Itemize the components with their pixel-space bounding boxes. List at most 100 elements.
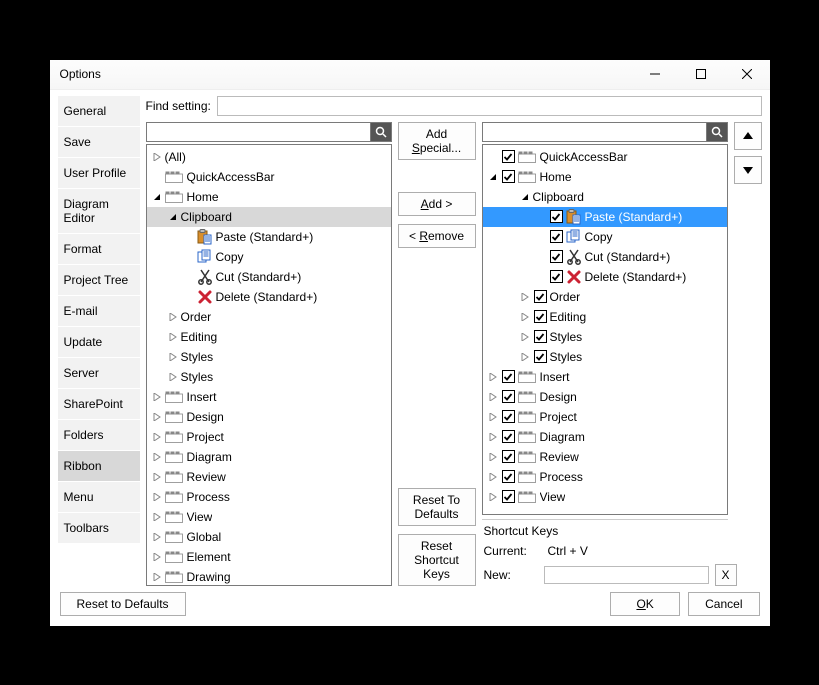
chevron-right-icon[interactable] xyxy=(151,493,163,501)
remove-button[interactable]: < Remove xyxy=(398,224,476,248)
reset-defaults-button[interactable]: Reset To Defaults xyxy=(398,488,476,526)
tree-node[interactable]: Diagram xyxy=(483,427,727,447)
tree-node[interactable]: Delete (Standard+) xyxy=(483,267,727,287)
visibility-checkbox[interactable] xyxy=(502,490,515,503)
chevron-right-icon[interactable] xyxy=(487,453,499,461)
visibility-checkbox[interactable] xyxy=(502,390,515,403)
available-tree[interactable]: (All)QuickAccessBarHomeClipboardPaste (S… xyxy=(146,144,392,586)
tree-node[interactable]: Global xyxy=(147,527,391,547)
tree-node[interactable]: View xyxy=(147,507,391,527)
category-format[interactable]: Format xyxy=(58,234,140,265)
category-e-mail[interactable]: E-mail xyxy=(58,296,140,327)
chevron-right-icon[interactable] xyxy=(519,313,531,321)
tree-node[interactable]: Process xyxy=(483,467,727,487)
chevron-right-icon[interactable] xyxy=(487,413,499,421)
tree-node[interactable]: Clipboard xyxy=(147,207,391,227)
chevron-right-icon[interactable] xyxy=(151,533,163,541)
tree-node[interactable]: Editing xyxy=(147,327,391,347)
category-general[interactable]: General xyxy=(58,96,140,127)
current-tree[interactable]: QuickAccessBarHomeClipboardPaste (Standa… xyxy=(482,144,728,515)
visibility-checkbox[interactable] xyxy=(534,310,547,323)
chevron-right-icon[interactable] xyxy=(151,473,163,481)
tree-node[interactable]: Styles xyxy=(147,367,391,387)
move-down-button[interactable] xyxy=(734,156,762,184)
category-toolbars[interactable]: Toolbars xyxy=(58,513,140,544)
tree-node[interactable]: Insert xyxy=(147,387,391,407)
tree-node[interactable]: Home xyxy=(147,187,391,207)
add-button[interactable]: Add > xyxy=(398,192,476,216)
tree-node[interactable]: Clipboard xyxy=(483,187,727,207)
tree-node[interactable]: Review xyxy=(147,467,391,487)
tree-node[interactable]: Insert xyxy=(483,367,727,387)
chevron-right-icon[interactable] xyxy=(151,393,163,401)
add-special-button[interactable]: Add Special... xyxy=(398,122,476,160)
new-shortcut-input[interactable] xyxy=(544,566,709,584)
tree-node[interactable]: View xyxy=(483,487,727,507)
reset-all-button[interactable]: Reset to Defaults xyxy=(60,592,186,616)
tree-node[interactable]: Paste (Standard+) xyxy=(147,227,391,247)
chevron-right-icon[interactable] xyxy=(167,313,179,321)
tree-node[interactable]: Copy xyxy=(147,247,391,267)
chevron-down-icon[interactable] xyxy=(487,173,499,181)
chevron-down-icon[interactable] xyxy=(519,193,531,201)
visibility-checkbox[interactable] xyxy=(550,250,563,263)
ok-button[interactable]: OK xyxy=(610,592,680,616)
chevron-right-icon[interactable] xyxy=(519,293,531,301)
tree-node[interactable]: Diagram xyxy=(147,447,391,467)
minimize-button[interactable] xyxy=(632,59,678,89)
find-input[interactable] xyxy=(217,96,762,116)
chevron-right-icon[interactable] xyxy=(151,553,163,561)
chevron-right-icon[interactable] xyxy=(151,413,163,421)
chevron-right-icon[interactable] xyxy=(151,453,163,461)
tree-node[interactable]: Process xyxy=(147,487,391,507)
category-project-tree[interactable]: Project Tree xyxy=(58,265,140,296)
reset-shortcut-keys-button[interactable]: Reset Shortcut Keys xyxy=(398,534,476,586)
tree-node[interactable]: Design xyxy=(147,407,391,427)
chevron-right-icon[interactable] xyxy=(167,333,179,341)
category-save[interactable]: Save xyxy=(58,127,140,158)
visibility-checkbox[interactable] xyxy=(534,290,547,303)
category-folders[interactable]: Folders xyxy=(58,420,140,451)
visibility-checkbox[interactable] xyxy=(550,230,563,243)
tree-node[interactable]: Project xyxy=(147,427,391,447)
cancel-button[interactable]: Cancel xyxy=(688,592,759,616)
visibility-checkbox[interactable] xyxy=(502,150,515,163)
tree-node[interactable]: (All) xyxy=(147,147,391,167)
visibility-checkbox[interactable] xyxy=(534,350,547,363)
tree-node[interactable]: Styles xyxy=(147,347,391,367)
chevron-right-icon[interactable] xyxy=(519,333,531,341)
visibility-checkbox[interactable] xyxy=(502,450,515,463)
tree-node[interactable]: QuickAccessBar xyxy=(483,147,727,167)
chevron-down-icon[interactable] xyxy=(151,193,163,201)
chevron-down-icon[interactable] xyxy=(167,213,179,221)
current-search-button[interactable] xyxy=(706,122,728,142)
chevron-right-icon[interactable] xyxy=(519,353,531,361)
tree-node[interactable]: Element xyxy=(147,547,391,567)
available-search-button[interactable] xyxy=(370,122,392,142)
chevron-right-icon[interactable] xyxy=(167,373,179,381)
tree-node[interactable]: Cut (Standard+) xyxy=(147,267,391,287)
chevron-right-icon[interactable] xyxy=(167,353,179,361)
move-up-button[interactable] xyxy=(734,122,762,150)
visibility-checkbox[interactable] xyxy=(550,270,563,283)
category-diagram-editor[interactable]: Diagram Editor xyxy=(58,189,140,234)
maximize-button[interactable] xyxy=(678,59,724,89)
chevron-right-icon[interactable] xyxy=(151,513,163,521)
chevron-right-icon[interactable] xyxy=(487,473,499,481)
tree-node[interactable]: Editing xyxy=(483,307,727,327)
category-server[interactable]: Server xyxy=(58,358,140,389)
tree-node[interactable]: Design xyxy=(483,387,727,407)
tree-node[interactable]: Home xyxy=(483,167,727,187)
tree-node[interactable]: Drawing xyxy=(147,567,391,586)
category-ribbon[interactable]: Ribbon xyxy=(58,451,140,482)
tree-node[interactable]: Delete (Standard+) xyxy=(147,287,391,307)
category-update[interactable]: Update xyxy=(58,327,140,358)
tree-node[interactable]: Order xyxy=(147,307,391,327)
category-menu[interactable]: Menu xyxy=(58,482,140,513)
tree-node[interactable]: Paste (Standard+) xyxy=(483,207,727,227)
close-button[interactable] xyxy=(724,59,770,89)
chevron-right-icon[interactable] xyxy=(487,493,499,501)
visibility-checkbox[interactable] xyxy=(502,410,515,423)
visibility-checkbox[interactable] xyxy=(502,470,515,483)
category-user-profile[interactable]: User Profile xyxy=(58,158,140,189)
